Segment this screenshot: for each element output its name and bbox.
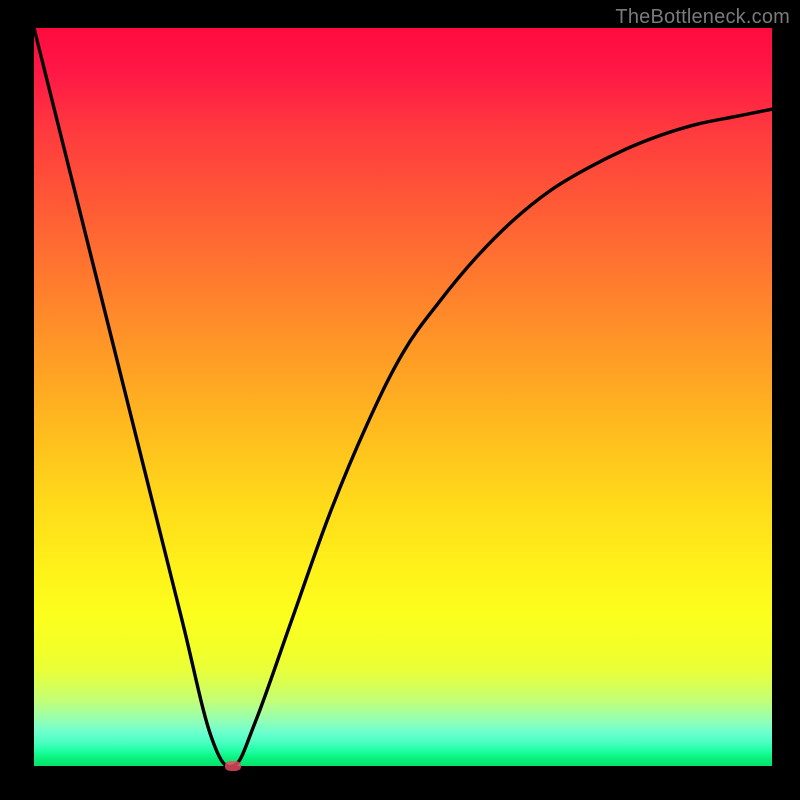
curve-path [34,28,772,767]
min-marker [225,761,241,771]
plot-area [34,28,772,766]
watermark-text: TheBottleneck.com [615,6,790,29]
chart-frame: TheBottleneck.com [0,0,800,800]
bottleneck-curve [34,28,772,766]
